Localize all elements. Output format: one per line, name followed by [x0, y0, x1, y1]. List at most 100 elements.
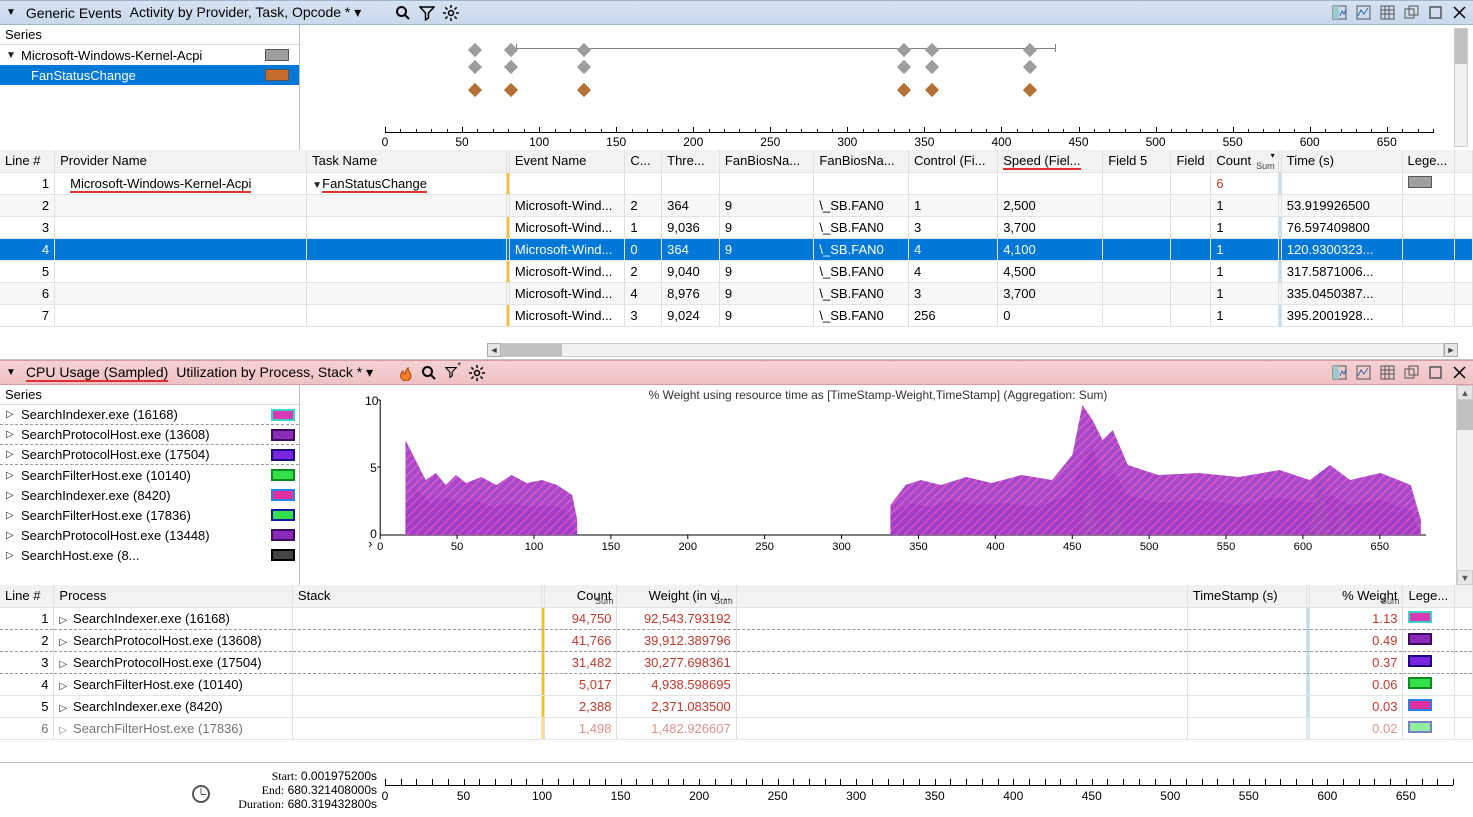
svg-text:0: 0 [377, 541, 383, 550]
col-task[interactable]: Task Name [307, 150, 507, 172]
col-timestamp[interactable]: TimeStamp (s) [1187, 585, 1306, 607]
svg-text:100: 100 [525, 541, 544, 550]
footer-ruler[interactable]: 050100150200250300350400450500550600650 [385, 775, 1453, 805]
table-row[interactable]: 6Microsoft-Wind...48,9769\_SB.FAN033,700… [0, 282, 1473, 304]
table-row[interactable]: 6▷ SearchFilterHost.exe (17836)1,4981,48… [0, 717, 1473, 739]
series-row-task[interactable]: FanStatusChange [0, 65, 299, 85]
table-row[interactable]: 1▷ SearchIndexer.exe (16168)94,75092,543… [0, 607, 1473, 629]
col-legend[interactable]: Lege... [1402, 150, 1455, 172]
svg-text:500: 500 [1140, 541, 1159, 550]
event-timeline[interactable]: 050100150200250300350400450500550600650 [300, 25, 1473, 150]
col-weight[interactable]: Weight (in vi...Sum [617, 585, 736, 607]
display-table-icon[interactable] [1379, 365, 1395, 381]
col-time[interactable]: Time (s) [1281, 150, 1402, 172]
preset-dropdown[interactable]: Activity by Provider, Task, Opcode * ▾ [130, 4, 362, 21]
gear-icon[interactable] [443, 5, 459, 21]
scrollbar-horizontal[interactable]: ◄ ► [487, 343, 1458, 357]
display-table-graph-icon[interactable] [1331, 5, 1347, 21]
col-field6[interactable]: Field [1171, 150, 1211, 172]
scroll-up-icon[interactable]: ▲ [1457, 385, 1473, 400]
scroll-left-icon[interactable]: ◄ [487, 343, 501, 357]
expand-icon: ▼ [6, 50, 16, 61]
series-pane-cpu: Series ▷SearchIndexer.exe (16168)▷Search… [0, 385, 300, 585]
col-legend[interactable]: Lege... [1403, 585, 1455, 607]
series-row-provider[interactable]: ▼ Microsoft-Windows-Kernel-Acpi [0, 45, 299, 65]
display-table-graph-icon[interactable] [1331, 365, 1347, 381]
preset-dropdown[interactable]: Utilization by Process, Stack * ▾ [176, 364, 373, 381]
svg-text:600: 600 [1294, 541, 1313, 550]
series-row[interactable]: ▷SearchIndexer.exe (16168) [0, 405, 299, 425]
table-row[interactable]: 4Microsoft-Wind...03649\_SB.FAN044,10011… [0, 238, 1473, 260]
cpu-utilization-chart[interactable]: % Weight using resource time as [TimeSta… [300, 385, 1456, 585]
table-row[interactable]: 5Microsoft-Wind...29,0409\_SB.FAN044,500… [0, 260, 1473, 282]
svg-text:450: 450 [1063, 541, 1082, 550]
filter-icon[interactable] [419, 5, 435, 21]
col-count[interactable]: CountSum [544, 585, 617, 607]
search-icon[interactable] [395, 5, 411, 21]
table-row[interactable]: 5▷ SearchIndexer.exe (8420)2,3882,371.08… [0, 695, 1473, 717]
table-row[interactable]: 3▷ SearchProtocolHost.exe (17504)31,4823… [0, 651, 1473, 673]
col-stack[interactable]: Stack [292, 585, 541, 607]
table-row[interactable]: 2▷ SearchProtocolHost.exe (13608)41,7663… [0, 629, 1473, 651]
col-process[interactable]: Process [54, 585, 293, 607]
close-icon[interactable] [1451, 365, 1467, 381]
series-row[interactable]: ▷SearchHost.exe (8... [0, 545, 299, 565]
col-pct-weight[interactable]: % WeightSum [1310, 585, 1403, 607]
series-row[interactable]: ▷SearchFilterHost.exe (17836) [0, 505, 299, 525]
series-row[interactable]: ▷SearchIndexer.exe (8420) [0, 485, 299, 505]
swatch-orange [265, 69, 289, 81]
svg-text:650: 650 [1371, 541, 1390, 550]
timeline-ruler: 050100150200250300350400450500550600650 [385, 117, 1433, 147]
maximize-icon[interactable] [1427, 5, 1443, 21]
collapse-icon[interactable]: ▼ [6, 7, 16, 18]
search-icon[interactable] [421, 365, 437, 381]
scrollbar-vertical[interactable] [1454, 28, 1468, 147]
series-header: Series [0, 25, 299, 45]
display-graph-icon[interactable] [1355, 5, 1371, 21]
maximize-icon[interactable] [1427, 365, 1443, 381]
popout-icon[interactable] [1403, 365, 1419, 381]
collapse-icon[interactable]: ▼ [6, 367, 16, 378]
table-row[interactable]: 1Microsoft-Windows-Kernel-Acpi▼FanStatus… [0, 172, 1473, 194]
header-generic-events: ▼ Generic Events Activity by Provider, T… [0, 0, 1473, 25]
panel-title: CPU Usage (Sampled) [26, 364, 168, 382]
table-row[interactable]: 2Microsoft-Wind...23649\_SB.FAN012,50015… [0, 194, 1473, 216]
col-provider[interactable]: Provider Name [55, 150, 307, 172]
col-line[interactable]: Line # [0, 585, 54, 607]
scroll-down-icon[interactable]: ▼ [1457, 570, 1473, 585]
series-pane-generic: Series ▼ Microsoft-Windows-Kernel-Acpi F… [0, 25, 300, 150]
flame-icon[interactable] [397, 365, 413, 381]
table-header-row: Line # Provider Name Task Name Event Nam… [0, 150, 1473, 172]
series-row[interactable]: ▷SearchProtocolHost.exe (17504) [0, 445, 299, 465]
col-speed[interactable]: Speed (Fiel... [998, 150, 1103, 172]
col-count[interactable]: Count▾Sum [1211, 150, 1278, 172]
chart-caption: % Weight using resource time as [TimeSta… [300, 388, 1456, 402]
gear-icon[interactable] [469, 365, 485, 381]
svg-text:250: 250 [755, 541, 774, 550]
filter-icon[interactable]: * [445, 365, 461, 381]
series-row[interactable]: ▷SearchProtocolHost.exe (13448) [0, 525, 299, 545]
popout-icon[interactable] [1403, 5, 1419, 21]
scroll-right-icon[interactable]: ► [1444, 343, 1458, 357]
series-row[interactable]: ▷SearchFilterHost.exe (10140) [0, 465, 299, 485]
col-field5[interactable]: Field 5 [1103, 150, 1171, 172]
table-row[interactable]: 4▷ SearchFilterHost.exe (10140)5,0174,93… [0, 673, 1473, 695]
event-diamond-lane [385, 45, 1433, 105]
col-line[interactable]: Line # [0, 150, 55, 172]
col-control[interactable]: Control (Fi... [908, 150, 997, 172]
series-row[interactable]: ▷SearchProtocolHost.exe (13608) [0, 425, 299, 445]
table-row[interactable]: 3Microsoft-Wind...19,0369\_SB.FAN033,700… [0, 216, 1473, 238]
col-c[interactable]: C... [625, 150, 662, 172]
col-event[interactable]: Event Name [509, 150, 625, 172]
col-scrollbar [1455, 150, 1473, 172]
display-graph-icon[interactable] [1355, 365, 1371, 381]
clock-icon [192, 785, 210, 803]
scrollbar-vertical[interactable]: ▲ ▼ [1456, 385, 1473, 585]
display-table-icon[interactable] [1379, 5, 1395, 21]
col-thread[interactable]: Thre... [662, 150, 720, 172]
col-fanbios2[interactable]: FanBiosNa... [814, 150, 909, 172]
table-row[interactable]: 7Microsoft-Wind...39,0249\_SB.FAN0256013… [0, 304, 1473, 326]
col-fanbios1[interactable]: FanBiosNa... [719, 150, 814, 172]
svg-text:550: 550 [1217, 541, 1236, 550]
close-icon[interactable] [1451, 5, 1467, 21]
